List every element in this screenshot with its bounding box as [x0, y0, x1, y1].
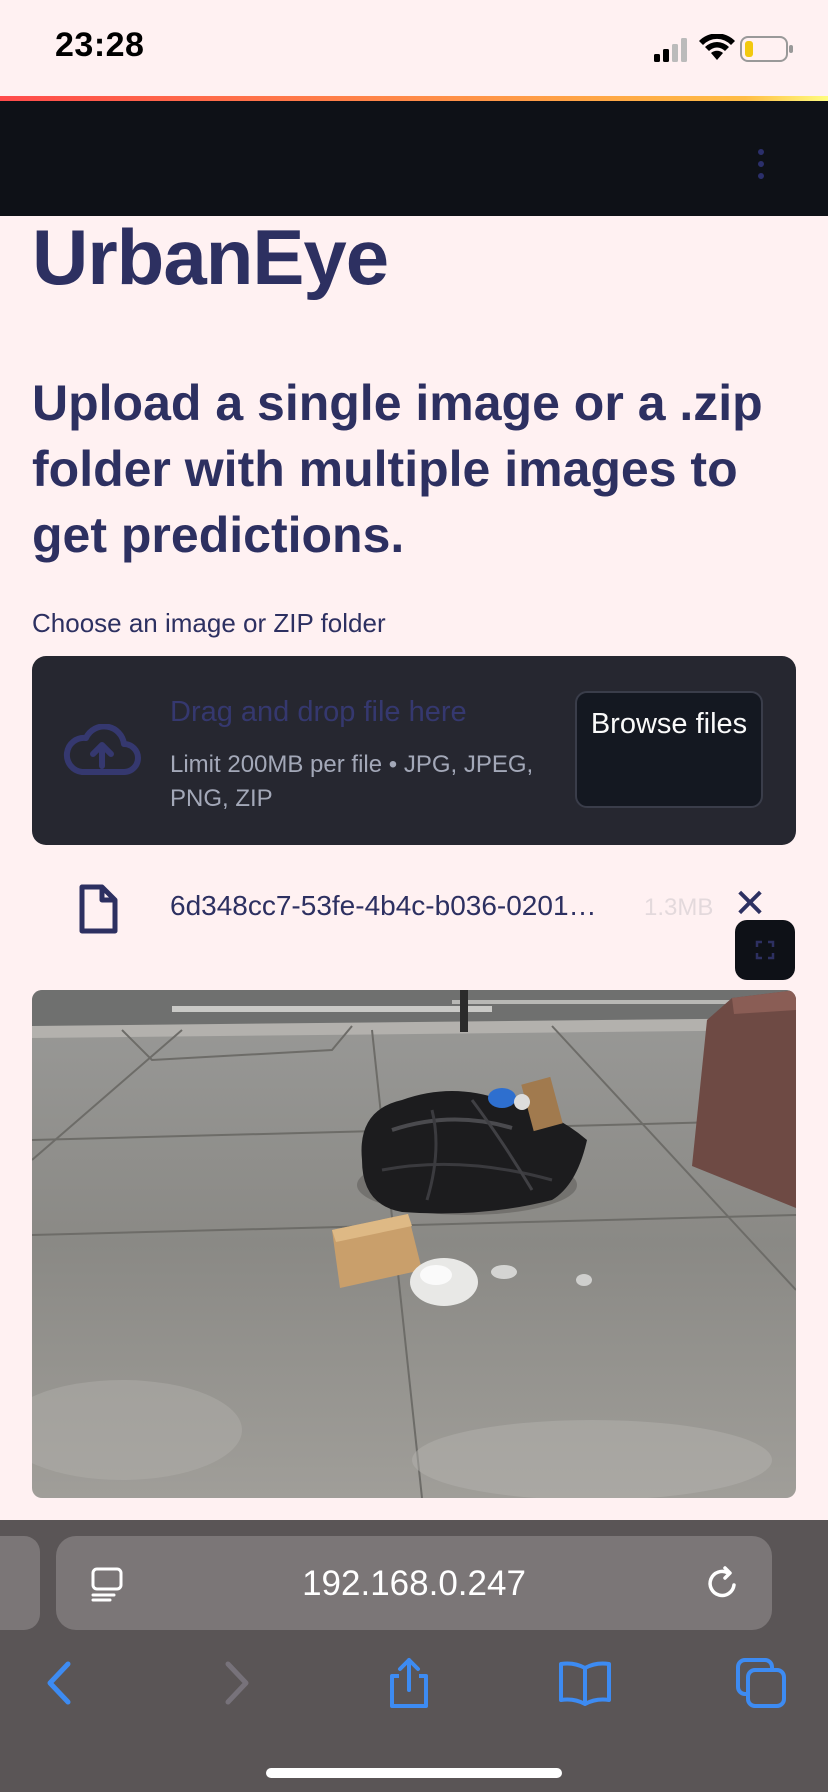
- address-bar[interactable]: 192.168.0.247: [56, 1536, 772, 1630]
- file-icon: [79, 884, 118, 934]
- share-icon[interactable]: [382, 1656, 436, 1710]
- uploaded-file-row: 6d348cc7-53fe-4b4c-b036-0201… 1.3MB ✕: [32, 870, 796, 950]
- cellular-signal-icon: [654, 38, 687, 62]
- back-icon[interactable]: [32, 1656, 86, 1710]
- main-menu-button[interactable]: [756, 149, 766, 181]
- bookmarks-icon[interactable]: [558, 1656, 612, 1710]
- page-title: UrbanEye: [32, 213, 389, 301]
- browse-files-button[interactable]: Browse files: [575, 691, 763, 808]
- fullscreen-icon: [755, 940, 775, 960]
- uploaded-image-preview: [32, 990, 796, 1498]
- home-indicator[interactable]: [266, 1768, 562, 1778]
- tabs-icon[interactable]: [734, 1656, 788, 1710]
- reload-icon[interactable]: [704, 1564, 742, 1602]
- battery-icon: [740, 36, 793, 62]
- page-subtitle: Upload a single image or a .zip folder w…: [32, 375, 763, 563]
- uploaded-file-name: 6d348cc7-53fe-4b4c-b036-0201…: [170, 890, 597, 921]
- uploader-label: Choose an image or ZIP folder: [32, 608, 386, 638]
- forward-icon[interactable]: [210, 1656, 264, 1710]
- status-time: 23:28: [55, 26, 145, 64]
- previous-tab-preview[interactable]: [0, 1536, 40, 1630]
- menu-dot: [758, 173, 764, 179]
- url-text: 192.168.0.247: [302, 1564, 526, 1603]
- app-header: [0, 101, 828, 216]
- dropzone-instructions: Drag and drop file here: [170, 696, 467, 728]
- wifi-icon: [699, 34, 735, 60]
- menu-dot: [758, 149, 764, 155]
- file-dropzone[interactable]: Drag and drop file here Limit 200MB per …: [32, 656, 796, 845]
- cloud-upload-icon: [63, 724, 141, 775]
- menu-dot: [758, 161, 764, 167]
- fullscreen-button[interactable]: [735, 920, 795, 980]
- uploaded-file-size: 1.3MB: [644, 894, 714, 921]
- status-bar: 23:28: [0, 0, 828, 96]
- dropzone-limit-text: Limit 200MB per file • JPG, JPEG, PNG, Z…: [170, 751, 534, 812]
- browser-chrome: 192.168.0.247: [0, 1520, 828, 1792]
